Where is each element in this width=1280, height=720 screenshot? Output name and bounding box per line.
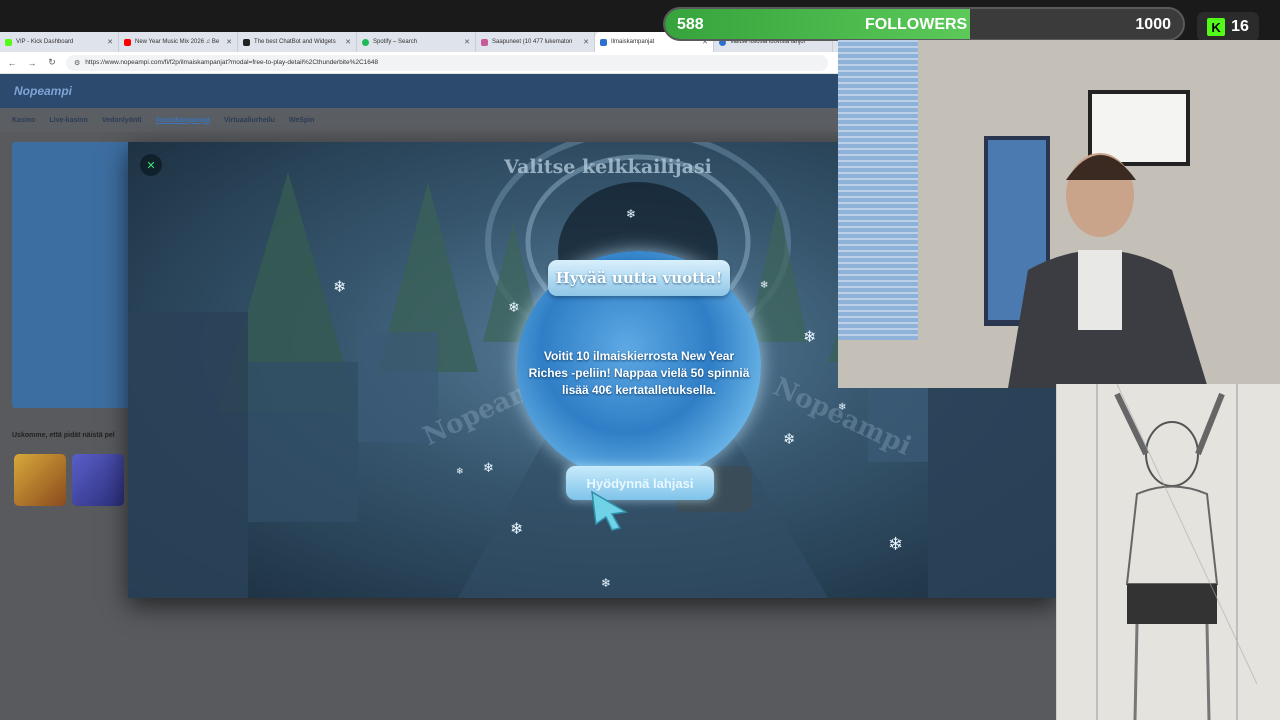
close-icon[interactable]: ✕ bbox=[140, 154, 162, 176]
browser-tab[interactable]: New Year Music Mix 2026 ♫ Be ✕ bbox=[119, 32, 238, 52]
close-tab-icon[interactable]: ✕ bbox=[345, 38, 351, 46]
nav-item[interactable]: WeSpin bbox=[289, 117, 315, 124]
nav-item-active[interactable]: Ilmaiskampanjat bbox=[156, 117, 210, 124]
svg-text:❄: ❄ bbox=[888, 534, 903, 555]
svg-text:❄: ❄ bbox=[483, 461, 494, 476]
browser-tab[interactable]: VIP - Kick Dashboard ✕ bbox=[0, 32, 119, 52]
modal-title: Valitse kelkkailijasi bbox=[504, 156, 712, 178]
tab-label: New Year Music Mix 2026 ♫ Be bbox=[135, 39, 220, 45]
forward-arrow-icon[interactable]: → bbox=[26, 58, 38, 68]
svg-text:❄: ❄ bbox=[760, 280, 768, 291]
svg-text:❄: ❄ bbox=[510, 519, 523, 538]
browser-tab[interactable]: Saapuneet (10 477 lukematon ✕ bbox=[476, 32, 595, 52]
game-thumbnail[interactable] bbox=[14, 454, 66, 506]
svg-text:❄: ❄ bbox=[456, 467, 464, 477]
close-tab-icon[interactable]: ✕ bbox=[107, 38, 113, 46]
svg-text:❄: ❄ bbox=[783, 430, 796, 448]
tab-favicon-icon bbox=[124, 38, 131, 46]
tab-favicon-icon bbox=[481, 38, 488, 46]
svg-text:❄: ❄ bbox=[601, 576, 611, 590]
tab-favicon-icon bbox=[362, 38, 369, 46]
followers-label: FOLLOWERS bbox=[865, 16, 968, 33]
prize-message: Voitit 10 ilmaiskierrosta New Year Riche… bbox=[528, 349, 750, 397]
pointer-cursor-icon bbox=[591, 490, 629, 531]
close-tab-icon[interactable]: ✕ bbox=[226, 38, 232, 46]
promo-banner[interactable] bbox=[12, 142, 142, 408]
webcam-feed bbox=[838, 40, 1280, 388]
back-arrow-icon[interactable]: ← bbox=[6, 58, 18, 68]
close-tab-icon[interactable]: ✕ bbox=[583, 38, 589, 46]
nav-item[interactable]: Vedonlyönti bbox=[102, 117, 142, 124]
greeting-banner: Hyvää uutta vuotta! bbox=[548, 260, 730, 296]
nav-item[interactable]: Virtuaaliurheilu bbox=[224, 117, 275, 124]
recommend-heading: Uskomme, että pidät näistä pel bbox=[12, 432, 115, 439]
url-text: https://www.nopeampi.com/fi/f2p/ilmaiska… bbox=[85, 59, 379, 66]
pencil-sketch-image bbox=[1056, 384, 1280, 720]
tab-label: Saapuneet (10 477 lukematon bbox=[492, 39, 573, 45]
game-thumbnail[interactable] bbox=[72, 454, 124, 506]
tab-favicon-icon bbox=[600, 38, 607, 46]
svg-text:❄: ❄ bbox=[508, 300, 520, 316]
site-logo[interactable]: Nopeampi bbox=[14, 84, 72, 98]
followers-goal-bar: 588 FOLLOWERS 1000 bbox=[663, 7, 1185, 41]
reload-icon[interactable]: ↻ bbox=[46, 57, 58, 68]
sketch-drawing bbox=[1057, 384, 1280, 720]
close-tab-icon[interactable]: ✕ bbox=[464, 38, 470, 46]
browser-tab[interactable]: The best ChatBot and Widgets ✕ bbox=[238, 32, 357, 52]
claim-gift-button[interactable]: Hyödynnä lahjasi bbox=[566, 466, 714, 500]
stream-screen: VIP - Kick Dashboard ✕ New Year Music Mix… bbox=[0, 0, 1280, 720]
url-input[interactable]: ⚙ https://www.nopeampi.com/fi/f2p/ilmais… bbox=[66, 54, 828, 71]
address-bar: ← → ↻ ⚙ https://www.nopeampi.com/fi/f2p/… bbox=[0, 52, 838, 74]
tab-label: Spotify – Search bbox=[373, 39, 418, 45]
tab-label: Ilmaiskampanjat bbox=[611, 39, 655, 45]
browser-tab[interactable]: Spotify – Search ✕ bbox=[357, 32, 476, 52]
kick-viewer-badge: K 16 bbox=[1197, 12, 1259, 42]
kick-count: 16 bbox=[1231, 18, 1249, 35]
followers-goal: 1000 bbox=[1135, 16, 1171, 33]
kick-logo-icon: K bbox=[1207, 18, 1226, 36]
webcam-scene bbox=[838, 40, 1280, 388]
nav-item[interactable]: Live-kasino bbox=[49, 117, 88, 124]
svg-text:❄: ❄ bbox=[333, 277, 346, 296]
svg-text:❄: ❄ bbox=[803, 327, 816, 346]
nav-item[interactable]: Kasino bbox=[12, 117, 35, 124]
tab-favicon-icon bbox=[243, 38, 250, 46]
svg-text:❄: ❄ bbox=[626, 207, 636, 221]
tab-label: VIP - Kick Dashboard bbox=[16, 39, 74, 45]
site-info-icon[interactable]: ⚙ bbox=[74, 59, 80, 67]
tab-label: The best ChatBot and Widgets bbox=[254, 39, 336, 45]
tab-favicon-icon bbox=[5, 38, 12, 46]
followers-current: 588 bbox=[677, 16, 704, 33]
